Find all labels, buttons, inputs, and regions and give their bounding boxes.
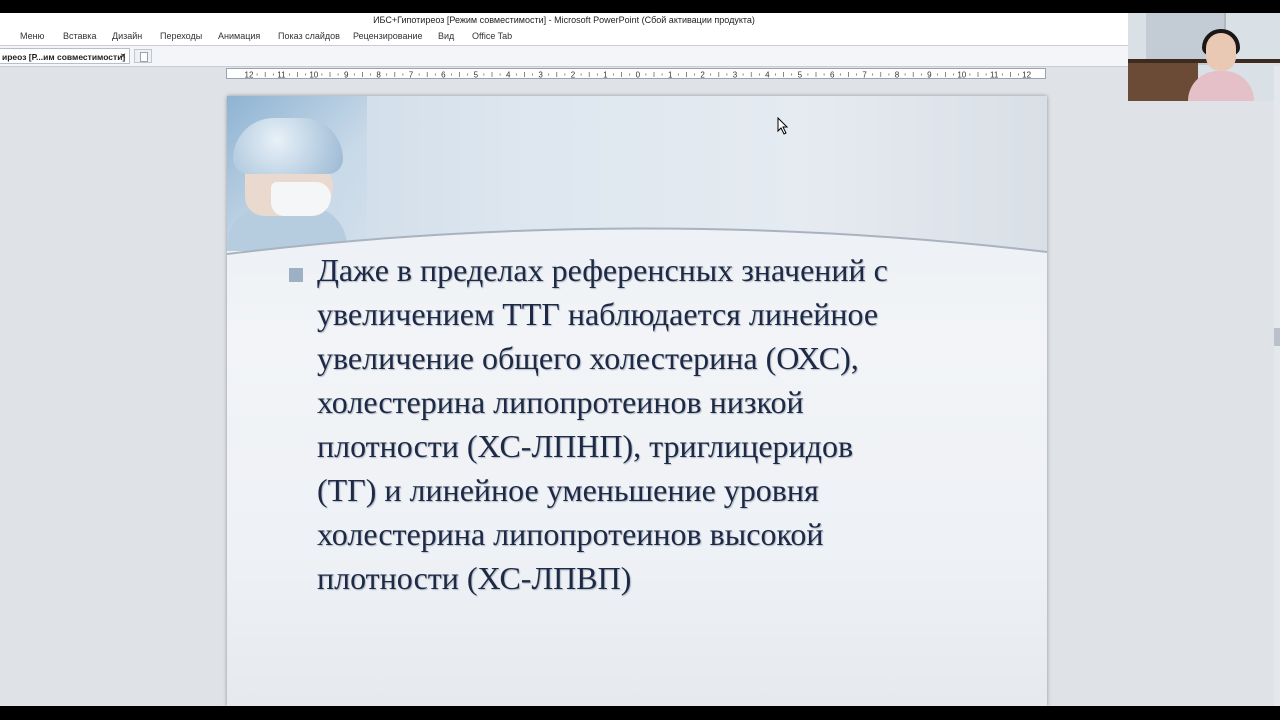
ruler-label: 4 bbox=[506, 71, 511, 80]
ruler-label: 5 bbox=[798, 71, 803, 80]
ruler-label: 7 bbox=[862, 71, 867, 80]
ruler-label: 1 bbox=[603, 71, 608, 80]
document-tab[interactable]: иреоз [Р...им совместимости] × bbox=[0, 48, 130, 64]
ruler-label: 3 bbox=[538, 71, 543, 80]
text-line: (ТГ) и линейное уменьшение уровня bbox=[317, 472, 819, 508]
text-line: увеличением ТТГ наблюдается линейное bbox=[317, 296, 879, 332]
window-title: ИБС+Гипотиреоз [Режим совместимости] - M… bbox=[0, 13, 1128, 28]
surgeon-mask bbox=[271, 182, 331, 216]
document-tab-label: иреоз [Р...им совместимости] bbox=[2, 52, 126, 62]
ruler-label: 9 bbox=[344, 71, 349, 80]
text-line: холестерина липопротеинов низкой bbox=[317, 384, 804, 420]
ruler-label: 4 bbox=[765, 71, 770, 80]
new-document-icon[interactable] bbox=[134, 49, 152, 63]
vertical-scrollbar[interactable] bbox=[1274, 66, 1280, 706]
surgeon-cap bbox=[233, 118, 343, 174]
ruler-label: 2 bbox=[700, 71, 705, 80]
top-black-bar bbox=[0, 0, 1280, 13]
ruler-label: 8 bbox=[376, 71, 381, 80]
text-line: плотности (ХС-ЛПНП), триглицеридов bbox=[317, 428, 854, 464]
ruler-label: 11 bbox=[277, 71, 286, 80]
text-line: плотности (ХС-ЛПВП) bbox=[317, 560, 632, 596]
ribbon-tab-slideshow[interactable]: Показ слайдов bbox=[278, 28, 340, 45]
ruler-scale: 12 11 10 9 8 7 6 5 4 3 2 1 0 1 2 3 4 5 6 7 8 9 10 11 12 bbox=[245, 71, 1032, 80]
ribbon-tab-menu[interactable]: Меню bbox=[20, 28, 44, 45]
ruler-label: 1 bbox=[668, 71, 673, 80]
bullet-marker bbox=[289, 268, 303, 282]
text-line: Даже в пределах референсных значений с bbox=[317, 252, 888, 288]
ruler-label: 10 bbox=[309, 71, 318, 80]
ruler-label: 9 bbox=[927, 71, 932, 80]
ruler-label: 3 bbox=[733, 71, 738, 80]
ruler-label: 2 bbox=[571, 71, 576, 80]
ribbon-tab-design[interactable]: Дизайн bbox=[112, 28, 142, 45]
text-line: увеличение общего холестерина (ОХС), bbox=[317, 340, 859, 376]
close-icon[interactable]: × bbox=[120, 49, 126, 65]
ribbon-tab-animation[interactable]: Анимация bbox=[218, 28, 260, 45]
ruler-label: 8 bbox=[895, 71, 900, 80]
ribbon-tab-office-tab[interactable]: Office Tab bbox=[472, 28, 512, 45]
slide-body-text[interactable]: Даже в пределах референсных значений с у… bbox=[317, 248, 1007, 600]
document-tab-bar: иреоз [Р...им совместимости] × bbox=[0, 46, 1128, 67]
ruler-label: 7 bbox=[409, 71, 414, 80]
ribbon-tab-insert[interactable]: Вставка bbox=[63, 28, 96, 45]
text-line: холестерина липопротеинов высокой bbox=[317, 516, 824, 552]
bottom-black-bar bbox=[0, 706, 1280, 720]
ribbon-tab-review[interactable]: Рецензирование bbox=[353, 28, 423, 45]
ruler-label: 12 bbox=[245, 71, 254, 80]
horizontal-ruler[interactable]: 12 11 10 9 8 7 6 5 4 3 2 1 0 1 2 3 4 5 6 7 8 9 10 11 12 bbox=[226, 68, 1046, 80]
ribbon-tab-view[interactable]: Вид bbox=[438, 28, 454, 45]
webcam-person-face bbox=[1206, 33, 1236, 71]
ribbon-menu: Меню Вставка Дизайн Переходы Анимация По… bbox=[0, 28, 1128, 46]
ruler-label: 0 bbox=[636, 71, 641, 80]
ruler-label: 12 bbox=[1022, 71, 1031, 80]
ruler-label: 6 bbox=[830, 71, 835, 80]
webcam-shelf bbox=[1128, 59, 1280, 63]
webcam-overlay bbox=[1128, 13, 1280, 101]
ruler-label: 11 bbox=[990, 71, 999, 80]
ruler-label: 10 bbox=[957, 71, 966, 80]
ribbon-tab-transitions[interactable]: Переходы bbox=[160, 28, 202, 45]
ruler-label: 5 bbox=[474, 71, 479, 80]
scrollbar-thumb[interactable] bbox=[1274, 328, 1280, 346]
mouse-pointer-icon bbox=[777, 117, 789, 135]
slide-canvas[interactable]: Даже в пределах референсных значений с у… bbox=[227, 96, 1047, 706]
ruler-label: 6 bbox=[441, 71, 446, 80]
